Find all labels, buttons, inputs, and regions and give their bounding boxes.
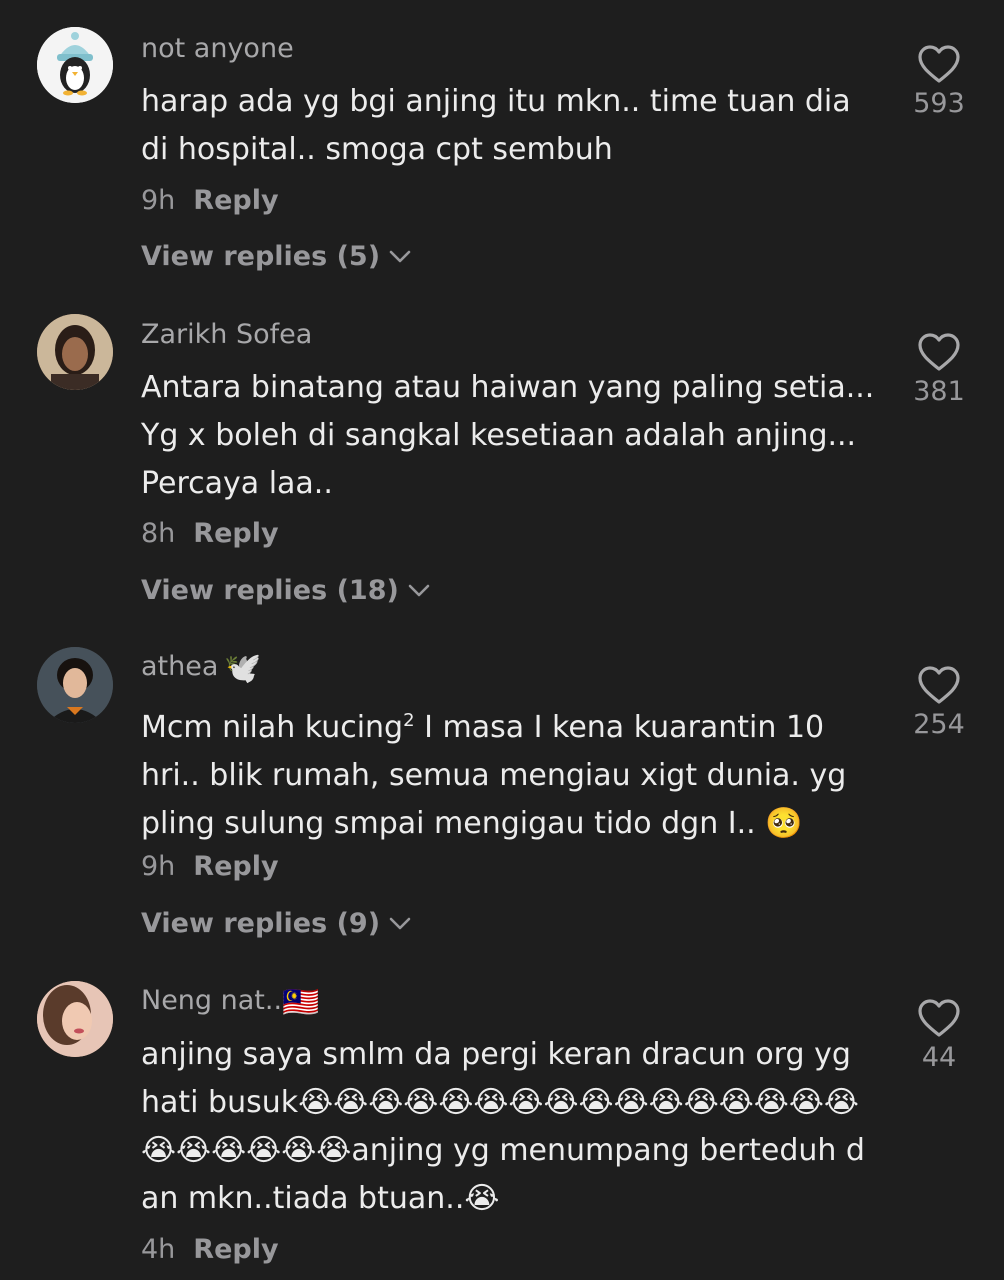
comment-meta: 9h Reply — [141, 851, 279, 882]
reply-button[interactable]: Reply — [193, 1234, 278, 1265]
chevron-down-icon — [389, 917, 411, 929]
like-button[interactable]: 593 — [904, 44, 974, 119]
like-button[interactable]: 381 — [904, 332, 974, 407]
reply-button[interactable]: Reply — [193, 851, 278, 882]
comment-text: harap ada yg bgi anjing itu mkn.. time t… — [141, 84, 851, 167]
username[interactable]: athea 🕊️ — [141, 651, 262, 686]
like-count: 44 — [921, 1042, 957, 1073]
comment-text-part1: Mcm nilah kucing — [141, 710, 404, 745]
comment-text: Antara binatang atau haiwan yang paling … — [141, 370, 875, 501]
comment-meta: 4h Reply — [141, 1234, 279, 1265]
chevron-down-icon — [389, 250, 411, 262]
like-button[interactable]: 254 — [904, 665, 974, 740]
like-count: 593 — [913, 88, 965, 119]
comment-text: Mcm nilah kucing2 I masa I kena kuaranti… — [141, 697, 861, 848]
dove-emoji: 🕊️ — [224, 651, 262, 686]
avatar[interactable] — [37, 647, 113, 723]
view-replies-button[interactable]: View replies (18) — [141, 575, 431, 606]
like-count: 254 — [913, 709, 965, 740]
heart-outline-icon — [918, 999, 960, 1037]
reply-button[interactable]: Reply — [193, 185, 278, 216]
comment-time: 9h — [141, 851, 176, 882]
username-text: Zarikh Sofea — [141, 319, 313, 350]
penguin-beanie-avatar-icon — [37, 27, 113, 103]
like-count: 381 — [913, 376, 965, 407]
comment-time: 4h — [141, 1234, 176, 1265]
view-replies-button[interactable]: View replies (9) — [141, 908, 412, 939]
username-text: athea — [141, 651, 219, 682]
reply-button[interactable]: Reply — [193, 518, 278, 549]
comment-time: 8h — [141, 518, 176, 549]
comment-time: 9h — [141, 185, 176, 216]
view-replies-button[interactable]: View replies (5) — [141, 241, 412, 272]
username-text: Neng nat.. — [141, 985, 283, 1016]
comment-text: anjing saya smlm da pergi keran dracun o… — [141, 1037, 865, 1216]
heart-outline-icon — [918, 666, 960, 704]
person-photo-avatar-icon — [37, 647, 113, 723]
username[interactable]: not anyone — [141, 33, 294, 64]
view-replies-label: View replies (9) — [141, 908, 381, 939]
chevron-down-icon — [408, 584, 430, 596]
malaysia-flag-emoji: 🇲🇾 — [282, 985, 320, 1020]
avatar[interactable] — [37, 314, 113, 390]
superscript: 2 — [403, 710, 415, 731]
avatar[interactable] — [37, 981, 113, 1057]
comment-meta: 8h Reply — [141, 518, 279, 549]
avatar[interactable] — [37, 27, 113, 103]
person-photo-avatar-icon — [37, 981, 113, 1057]
username[interactable]: Neng nat..🇲🇾 — [141, 985, 319, 1020]
like-button[interactable]: 44 — [904, 998, 974, 1073]
view-replies-label: View replies (5) — [141, 241, 381, 272]
username-text: not anyone — [141, 33, 294, 64]
heart-outline-icon — [918, 45, 960, 83]
person-photo-avatar-icon — [37, 314, 113, 390]
heart-outline-icon — [918, 333, 960, 371]
username[interactable]: Zarikh Sofea — [141, 319, 312, 350]
comment-meta: 9h Reply — [141, 185, 279, 216]
view-replies-label: View replies (18) — [141, 575, 399, 606]
